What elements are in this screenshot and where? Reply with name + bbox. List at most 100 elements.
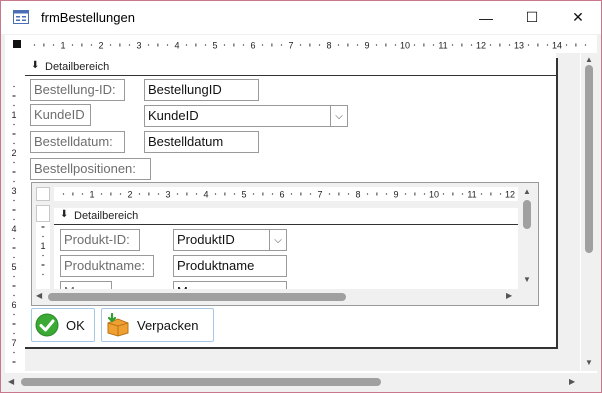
subform-horizontal-scroll-thumb[interactable] <box>48 293 346 301</box>
chevron-down-icon[interactable]: ⌵ <box>330 106 347 126</box>
section-arrow-icon: ⬇ <box>31 60 40 71</box>
ruler-tick <box>404 193 407 195</box>
subform-selector[interactable] <box>36 187 50 201</box>
ruler-number: 9 <box>393 190 398 200</box>
ruler-tick <box>12 95 16 97</box>
canvas-margin <box>556 53 580 371</box>
produkt-id-value: ProduktID <box>177 232 235 247</box>
produkt-id-label[interactable]: Produkt-ID: <box>60 229 140 251</box>
ruler-tick <box>13 275 15 278</box>
ruler-tick <box>385 43 387 47</box>
ruler-tick <box>375 44 378 46</box>
subform-horizontal-scrollbar[interactable]: ◀ ▶ <box>32 289 519 304</box>
bestellung-id-field[interactable]: BestellungID <box>144 79 259 101</box>
bestellung-id-label[interactable]: Bestellung-ID: <box>30 79 125 101</box>
maximize-button[interactable]: ☐ <box>509 1 555 34</box>
subform-detail-section[interactable]: ⬇ Detailbereich Produkt-ID: ProduktID ⌵ … <box>54 208 518 303</box>
kunde-id-label[interactable]: KundeID <box>30 104 91 126</box>
ruler-tick <box>100 193 103 195</box>
subform-vertical-scroll-thumb[interactable] <box>523 200 531 229</box>
bestelldatum-field[interactable]: Bestelldatum <box>144 131 259 153</box>
ruler-number: 5 <box>212 41 217 51</box>
form-selector[interactable] <box>13 40 21 48</box>
detail-section-bar[interactable]: ⬇ Detailbereich <box>25 58 556 76</box>
ruler-tick <box>81 43 83 47</box>
ruler-tick <box>499 193 502 195</box>
ruler-tick <box>461 43 463 47</box>
ruler-tick <box>147 44 150 46</box>
bestellpositionen-label[interactable]: Bestellpositionen: <box>30 158 151 180</box>
ruler-tick <box>299 44 302 46</box>
verpacken-button-label: Verpacken <box>137 318 199 333</box>
ruler-number: 3 <box>136 41 141 51</box>
subform-vertical-scrollbar[interactable]: ▲ ▼ <box>519 183 536 287</box>
scroll-right-icon[interactable]: ▶ <box>506 291 512 300</box>
scroll-right-icon[interactable]: ▶ <box>569 377 575 386</box>
minimize-button[interactable]: — <box>463 1 509 34</box>
ruler-tick <box>423 193 426 195</box>
horizontal-scrollbar[interactable]: ◀ ▶ <box>5 374 597 390</box>
ruler-tick <box>42 235 44 238</box>
horizontal-scroll-thumb[interactable] <box>21 378 381 386</box>
ruler-number: 12 <box>476 41 486 51</box>
scroll-down-icon[interactable]: ▼ <box>585 358 593 367</box>
scroll-up-icon[interactable]: ▲ <box>523 187 531 196</box>
ruler-tick <box>442 193 445 195</box>
ruler-tick <box>499 43 501 47</box>
bestellpositionen-subform[interactable]: 1 2 3 4 5 6 7 8 9 10 11 12 1 ⬇ Detailbereich Produk… <box>31 182 539 306</box>
kunde-id-combo[interactable]: KundeID ⌵ <box>144 105 348 127</box>
ruler-tick <box>72 192 74 196</box>
ruler-tick <box>413 44 416 46</box>
scroll-down-icon[interactable]: ▼ <box>523 275 531 284</box>
ruler-tick <box>366 193 369 195</box>
ruler-tick <box>347 193 350 195</box>
resize-grip-icon[interactable] <box>585 376 595 386</box>
bestelldatum-label[interactable]: Bestelldatum: <box>30 131 125 153</box>
ok-button[interactable]: OK <box>31 308 95 342</box>
ruler-tick <box>13 313 15 316</box>
ruler-tick <box>347 43 349 47</box>
subform-section-selector[interactable] <box>36 205 50 222</box>
subform-section-bar[interactable]: ⬇ Detailbereich <box>54 208 518 225</box>
ruler-tick <box>12 209 16 211</box>
ruler-tick <box>119 43 121 47</box>
produktname-field[interactable]: Produktname <box>173 255 287 277</box>
ruler-tick <box>110 192 112 196</box>
ruler-tick <box>195 193 198 195</box>
ruler-tick <box>13 218 15 221</box>
ruler-tick <box>13 294 15 297</box>
ruler-tick <box>224 192 226 196</box>
ruler-tick <box>223 44 226 46</box>
ruler-number: 5 <box>11 262 16 272</box>
ruler-number: 1 <box>89 190 94 200</box>
scroll-left-icon[interactable]: ◀ <box>8 377 14 386</box>
scroll-up-icon[interactable]: ▲ <box>585 55 593 64</box>
vertical-scroll-thumb[interactable] <box>585 65 593 253</box>
ruler-tick <box>13 161 15 164</box>
scroll-left-icon[interactable]: ◀ <box>36 291 42 300</box>
ruler-number: 13 <box>514 41 524 51</box>
ruler-tick <box>12 247 16 249</box>
verpacken-button[interactable]: Verpacken <box>101 308 214 342</box>
ruler-number: 11 <box>467 190 476 200</box>
ruler-tick <box>13 104 15 107</box>
ruler-number: 5 <box>241 190 246 200</box>
ruler-tick <box>451 44 454 46</box>
ruler-number: 1 <box>40 241 45 251</box>
ruler-number: 4 <box>174 41 179 51</box>
ruler-number: 7 <box>317 190 322 200</box>
close-icon: ✕ <box>572 9 584 25</box>
produkt-id-combo[interactable]: ProduktID ⌵ <box>173 229 287 251</box>
ruler-tick <box>13 351 15 354</box>
ruler-tick <box>575 43 577 47</box>
subform-horizontal-ruler: 1 2 3 4 5 6 7 8 9 10 11 12 <box>54 187 518 201</box>
ruler-tick <box>470 44 473 46</box>
ruler-number: 10 <box>429 190 439 200</box>
produktname-label[interactable]: Produktname: <box>60 255 154 277</box>
close-button[interactable]: ✕ <box>555 1 601 34</box>
vertical-scrollbar[interactable]: ▲ ▼ <box>581 53 597 371</box>
ruler-tick <box>42 254 44 257</box>
ruler-number: 11 <box>438 41 447 51</box>
chevron-down-icon[interactable]: ⌵ <box>269 230 286 250</box>
ruler-tick <box>109 44 112 46</box>
